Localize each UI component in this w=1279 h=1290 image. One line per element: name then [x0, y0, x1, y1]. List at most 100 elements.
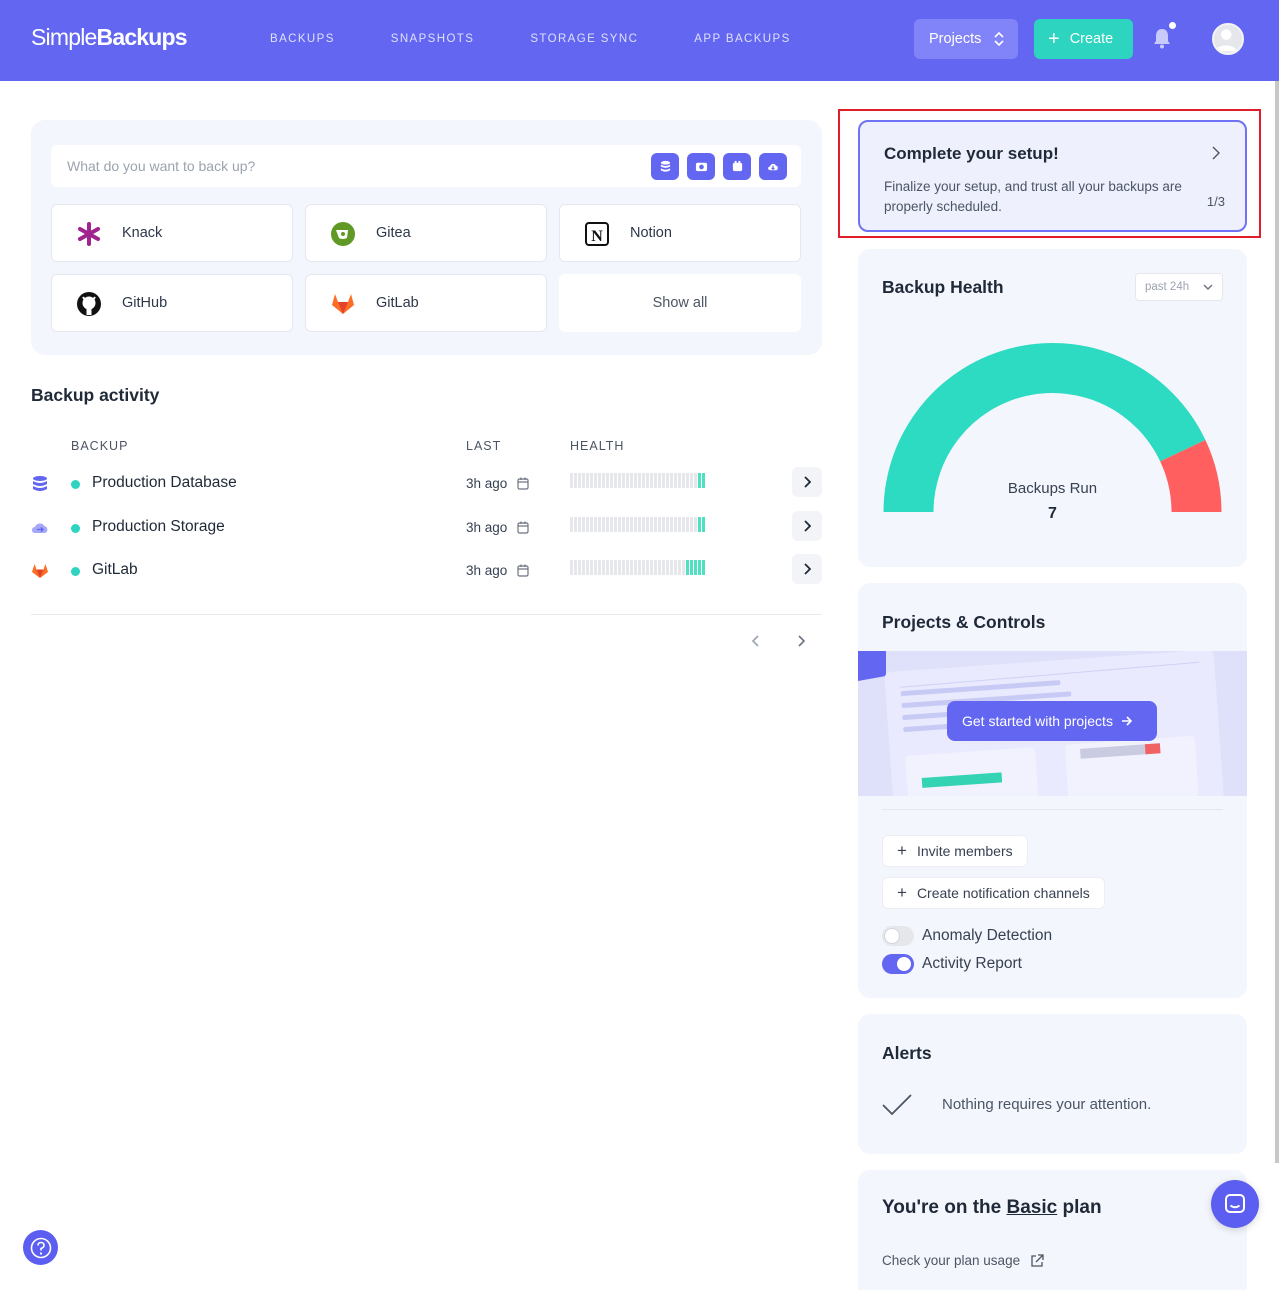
backup-name[interactable]: Production Storage — [92, 518, 225, 536]
search-input[interactable] — [67, 145, 627, 187]
tile-gitea[interactable]: Gitea — [305, 204, 547, 262]
health-bar — [618, 560, 621, 575]
table-row[interactable]: GitLab 3h ago — [31, 554, 822, 590]
health-bar — [658, 473, 661, 488]
health-bar — [598, 560, 601, 575]
chat-launcher-button[interactable] — [1211, 1180, 1259, 1228]
help-button[interactable] — [23, 1230, 58, 1265]
chevron-down-icon — [1203, 284, 1213, 290]
divider — [882, 809, 1223, 810]
health-bar — [654, 517, 657, 532]
health-bar — [654, 473, 657, 488]
tile-label: GitHub — [122, 295, 168, 311]
gauge-value: 7 — [1048, 505, 1057, 522]
tile-knack[interactable]: Knack — [51, 204, 293, 262]
row-open-button[interactable] — [792, 511, 822, 541]
health-bar — [610, 560, 613, 575]
health-bar — [582, 473, 585, 488]
health-bar — [586, 473, 589, 488]
health-bar — [574, 560, 577, 575]
create-notification-channels-button[interactable]: + Create notification channels — [882, 877, 1105, 909]
row-open-button[interactable] — [792, 467, 822, 497]
tile-label: Gitea — [376, 225, 411, 241]
health-bar — [614, 473, 617, 488]
backup-activity-title: Backup activity — [31, 385, 160, 405]
health-bar — [634, 473, 637, 488]
previous-page-icon[interactable] — [746, 631, 766, 651]
health-bar — [614, 517, 617, 532]
arrow-right-icon — [1121, 716, 1133, 726]
health-bar — [694, 473, 697, 488]
database-icon[interactable] — [651, 153, 679, 180]
health-bar — [666, 560, 669, 575]
plus-icon: + — [897, 841, 907, 860]
notification-label: Create notification channels — [916, 885, 1090, 901]
health-bar — [698, 517, 701, 532]
tile-notion[interactable]: N Notion — [559, 204, 801, 262]
scrollbar[interactable] — [1275, 81, 1279, 1163]
health-bar — [638, 517, 641, 532]
camera-icon[interactable] — [687, 153, 715, 180]
logo[interactable]: SimpleBackups — [31, 24, 188, 51]
health-bar — [678, 517, 681, 532]
period-select[interactable]: past 24h — [1135, 273, 1223, 301]
nav-storage-sync[interactable]: STORAGE SYNC — [530, 33, 638, 45]
alerts-card: Alerts Nothing requires your attention. — [858, 1014, 1247, 1154]
table-row[interactable]: Production Storage 3h ago — [31, 511, 822, 547]
health-bar — [590, 517, 593, 532]
github-icon — [77, 292, 101, 316]
health-bar — [570, 473, 573, 488]
notion-icon: N — [585, 222, 609, 246]
table-row[interactable]: Production Database 3h ago — [31, 467, 822, 503]
bell-icon[interactable] — [1152, 27, 1172, 49]
backup-name[interactable]: Production Database — [92, 474, 237, 492]
backup-name[interactable]: GitLab — [92, 561, 138, 579]
create-label: Create — [1069, 31, 1114, 47]
calendar-icon — [517, 521, 529, 534]
plan-name-link[interactable]: Basic — [1007, 1197, 1058, 1218]
create-button[interactable]: + Create — [1034, 19, 1133, 59]
health-bar — [702, 560, 705, 575]
health-bar — [698, 560, 701, 575]
invite-members-button[interactable]: + Invite members — [882, 835, 1028, 867]
column-header-backup: BACKUP — [71, 439, 129, 453]
health-bar — [622, 560, 625, 575]
storage-icon[interactable] — [723, 153, 751, 180]
activity-report-toggle[interactable] — [882, 954, 914, 974]
toggle-knob — [897, 957, 911, 971]
health-bar — [570, 560, 573, 575]
nav-snapshots[interactable]: SNAPSHOTS — [391, 33, 475, 45]
plan-usage-link[interactable]: Check your plan usage — [882, 1253, 1044, 1268]
show-all-button[interactable]: Show all — [559, 274, 801, 332]
health-bar — [686, 560, 689, 575]
last-run: 3h ago — [466, 476, 508, 491]
health-bar — [650, 473, 653, 488]
health-bar — [630, 560, 633, 575]
nav-backups[interactable]: BACKUPS — [270, 33, 335, 45]
projects-dropdown[interactable]: Projects — [914, 19, 1018, 59]
nav-app-backups[interactable]: APP BACKUPS — [694, 33, 790, 45]
status-dot — [71, 480, 80, 489]
next-page-icon[interactable] — [791, 631, 811, 651]
anomaly-detection-toggle[interactable] — [882, 926, 914, 946]
health-bar — [678, 560, 681, 575]
tile-github[interactable]: GitHub — [51, 274, 293, 332]
health-bar — [578, 560, 581, 575]
health-bars — [570, 517, 705, 532]
health-bar — [622, 473, 625, 488]
health-bar — [630, 473, 633, 488]
row-open-button[interactable] — [792, 554, 822, 584]
cloud-icon[interactable] — [759, 153, 787, 180]
health-bar — [662, 560, 665, 575]
health-bar — [586, 517, 589, 532]
tile-gitlab[interactable]: GitLab — [305, 274, 547, 332]
health-bar — [590, 473, 593, 488]
avatar[interactable] — [1212, 23, 1244, 55]
get-started-projects-button[interactable]: Get started with projects — [947, 701, 1157, 741]
health-bar — [670, 473, 673, 488]
health-bar — [658, 517, 661, 532]
gauge-label: Backups Run — [1007, 480, 1098, 497]
health-bar — [690, 517, 693, 532]
health-bar — [650, 517, 653, 532]
health-bar — [642, 473, 645, 488]
